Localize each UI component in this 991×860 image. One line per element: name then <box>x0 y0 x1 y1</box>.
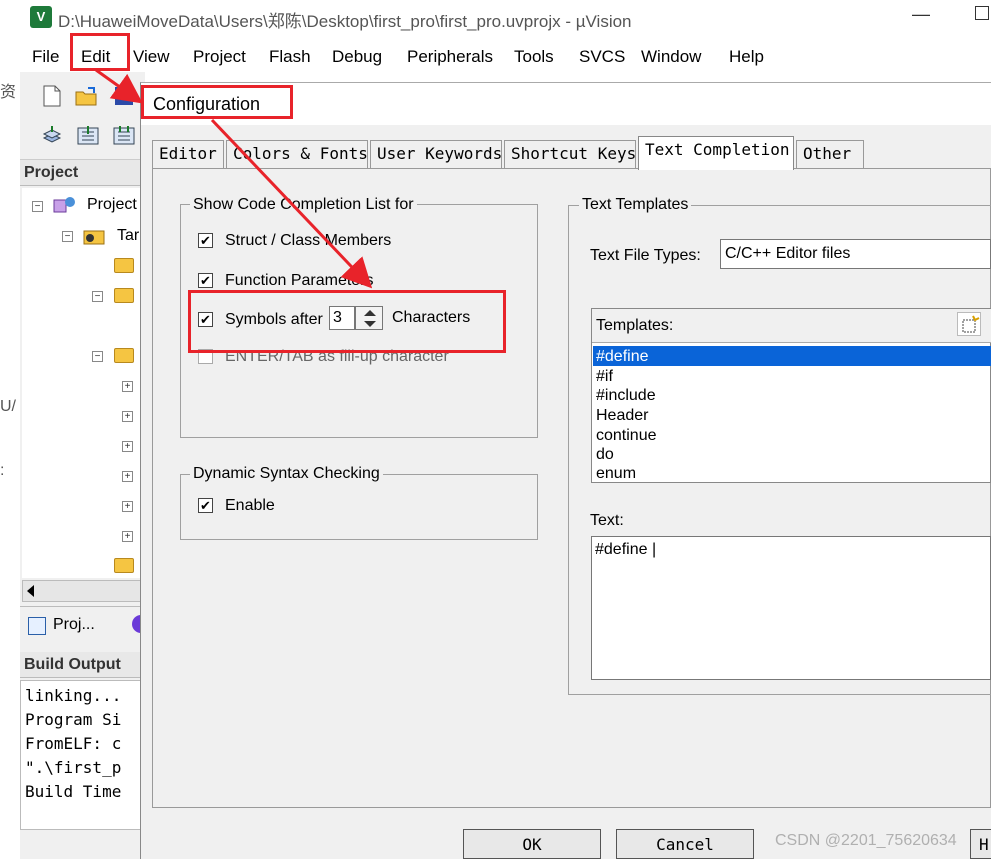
arrow-to-configuration <box>95 68 143 104</box>
watermark: CSDN @2201_75620634 <box>775 832 957 849</box>
annotation-arrows <box>95 68 373 289</box>
arrow-to-symbols <box>210 118 373 289</box>
